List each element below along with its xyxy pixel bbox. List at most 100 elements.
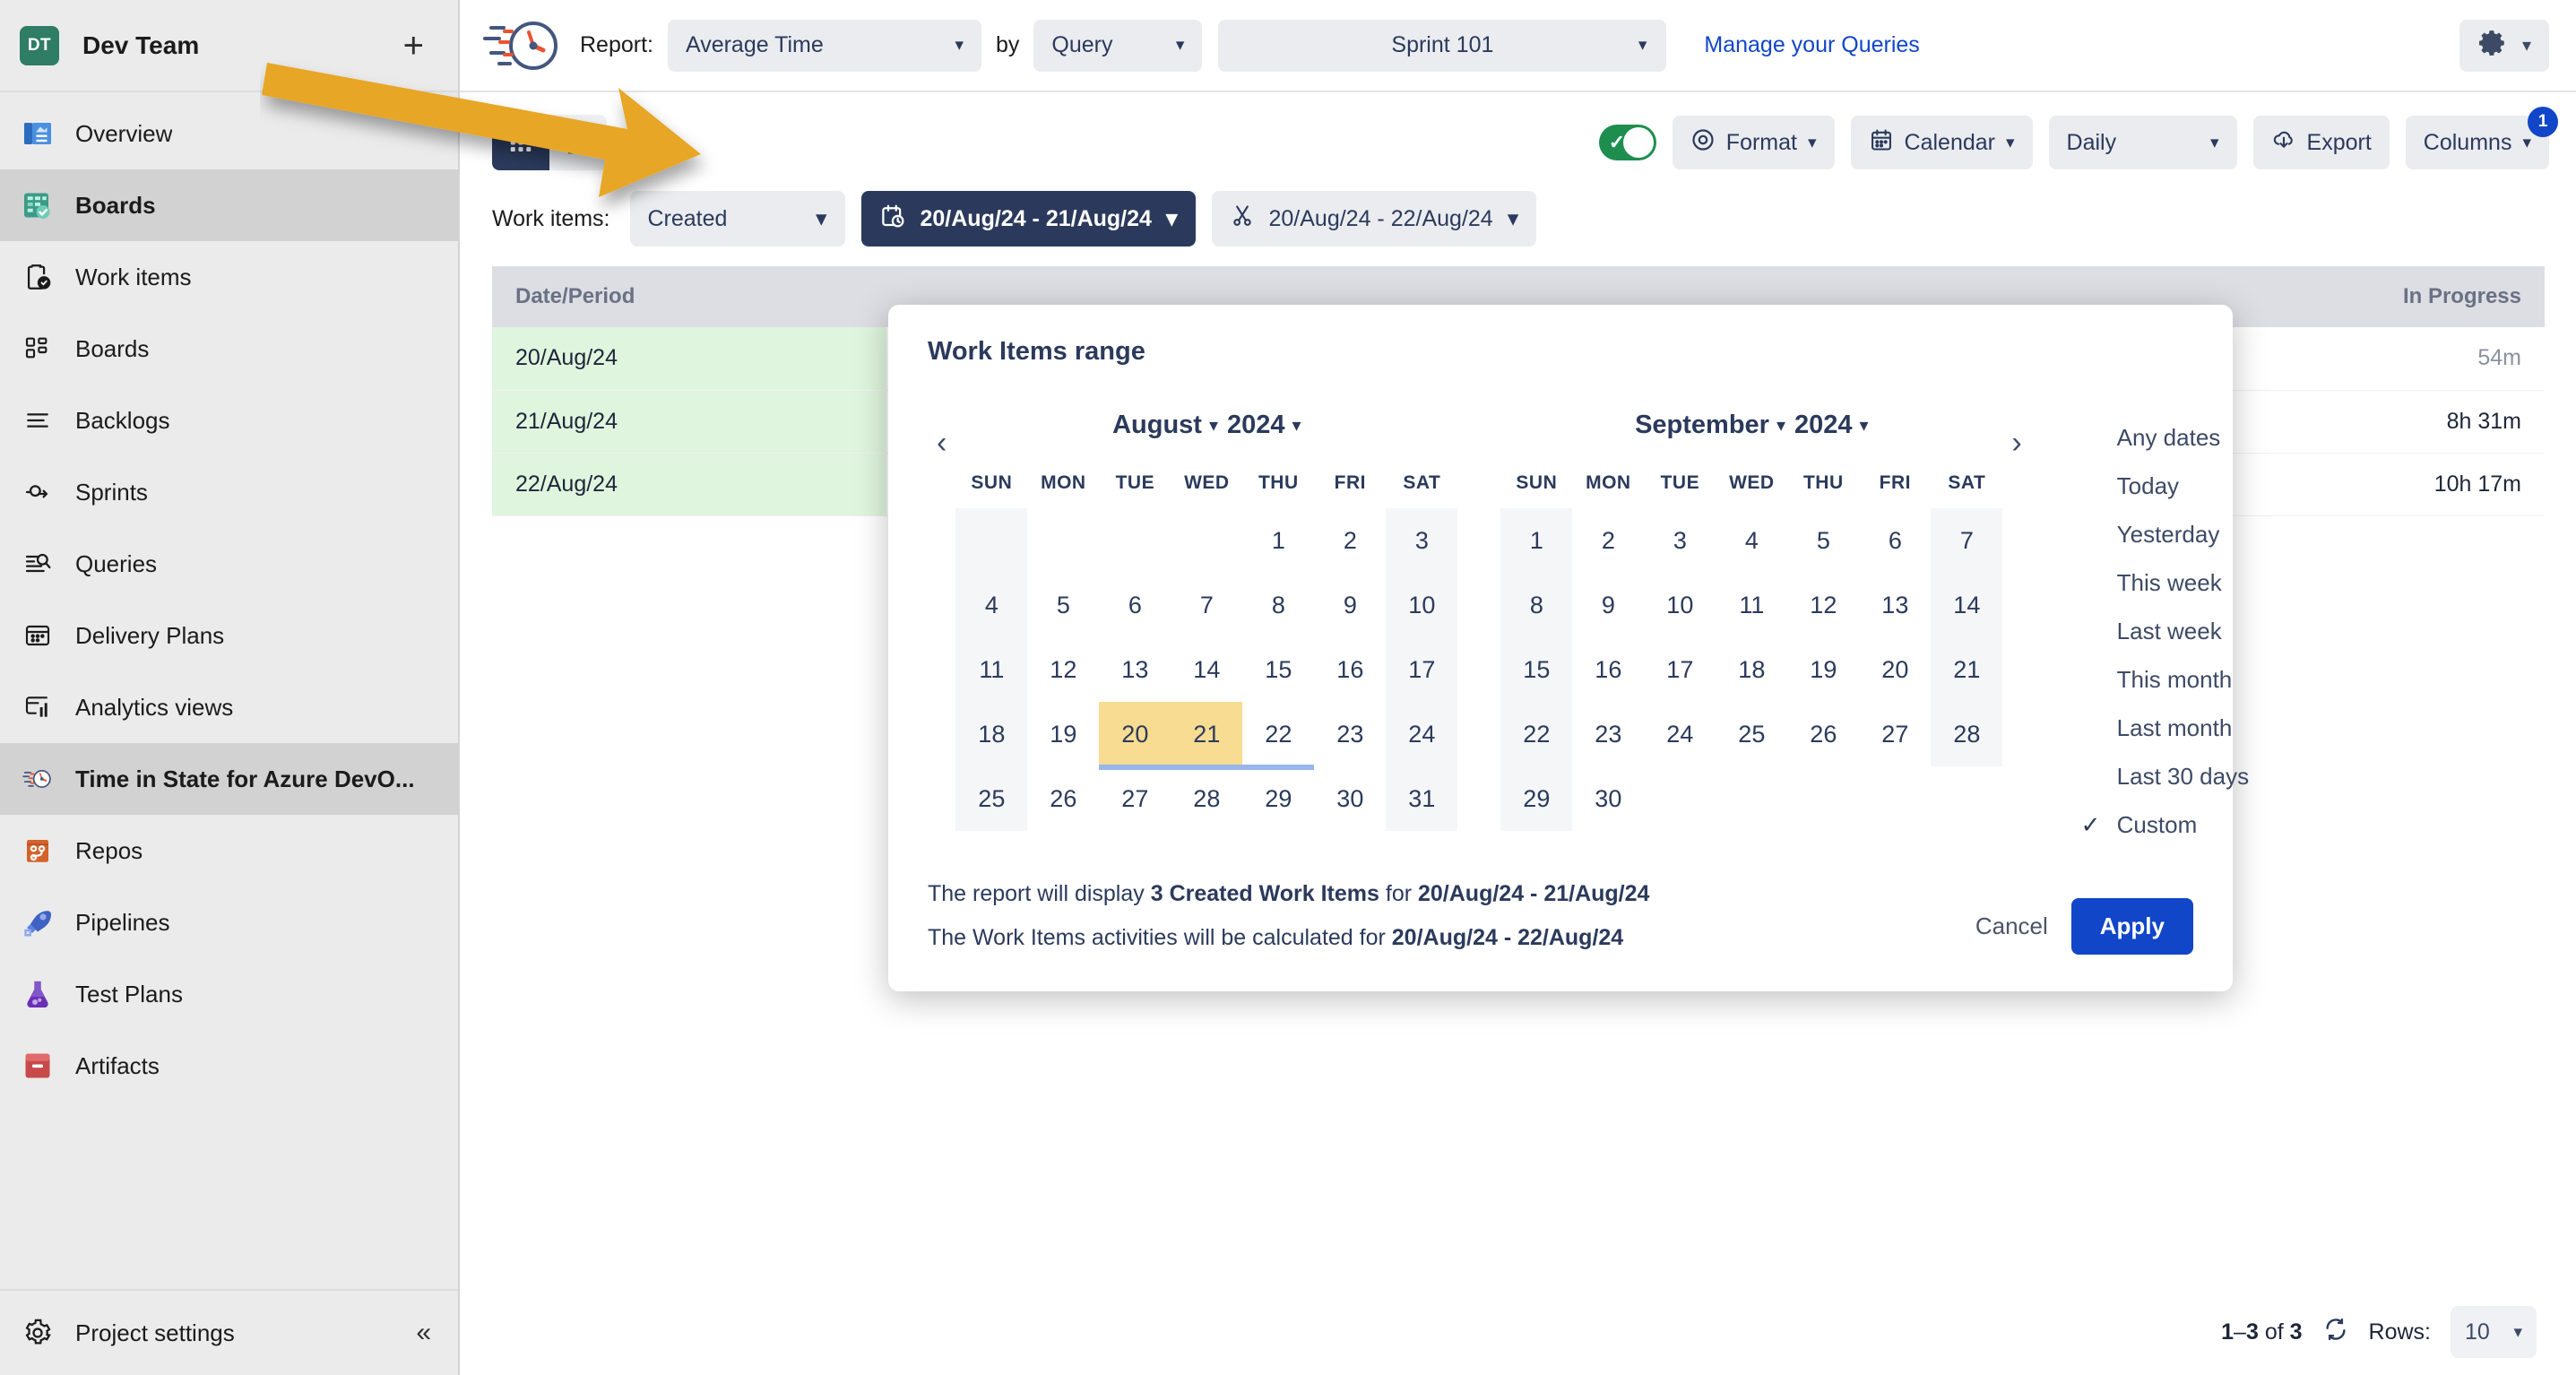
sidebar-item-queries[interactable]: Queries	[0, 528, 458, 600]
calendar-day[interactable]: 21	[1171, 702, 1242, 766]
calendar-day[interactable]: 21	[1931, 637, 2002, 702]
calendar-day[interactable]: 26	[1027, 766, 1099, 831]
apply-button[interactable]: Apply	[2071, 898, 2193, 955]
calendar-day[interactable]: 28	[1931, 702, 2002, 766]
calendar-day[interactable]: 29	[1500, 766, 1572, 831]
calendar-day[interactable]: 9	[1314, 573, 1386, 637]
month-select[interactable]: August▾	[1112, 411, 1218, 440]
calendar-day[interactable]: 14	[1931, 573, 2002, 637]
calendar-day[interactable]: 18	[955, 702, 1027, 766]
settings-menu-button[interactable]: ▾	[2459, 20, 2549, 72]
sidebar-item-overview[interactable]: Overview	[0, 98, 458, 169]
calendar-day[interactable]: 8	[1242, 573, 1314, 637]
calendar-day[interactable]: 14	[1171, 637, 1242, 702]
calendar-day[interactable]: 17	[1386, 637, 1457, 702]
sidebar-item-boards[interactable]: Boards	[0, 313, 458, 385]
calendar-day[interactable]: 27	[1099, 766, 1171, 831]
calendar-day[interactable]: 4	[955, 573, 1027, 637]
calendar-day[interactable]: 17	[1644, 637, 1716, 702]
calendar-day[interactable]: 2	[1314, 508, 1386, 573]
calendar-day[interactable]: 3	[1644, 508, 1716, 573]
month-select[interactable]: September▾	[1635, 411, 1785, 440]
rows-per-page-select[interactable]: 10 ▾	[2451, 1306, 2537, 1358]
calendar-day[interactable]: 16	[1572, 637, 1644, 702]
sidebar-item-sprints[interactable]: Sprints	[0, 456, 458, 528]
calendar-day[interactable]: 11	[1716, 573, 1787, 637]
calendar-day[interactable]: 1	[1500, 508, 1572, 573]
work-items-range-button[interactable]: 20/Aug/24 - 21/Aug/24 ▾	[861, 191, 1196, 246]
calendar-day[interactable]: 13	[1099, 637, 1171, 702]
calendar-day[interactable]: 5	[1027, 573, 1099, 637]
preset-yesterday[interactable]: Yesterday	[2081, 510, 2249, 558]
work-items-mode-select[interactable]: Created ▾	[630, 191, 845, 246]
view-mode-toggle[interactable]	[492, 115, 607, 170]
calendar-day[interactable]: 27	[1859, 702, 1931, 766]
preset-this-month[interactable]: This month	[2081, 655, 2249, 704]
format-button[interactable]: Format ▾	[1673, 116, 1835, 169]
year-select[interactable]: 2024▾	[1227, 411, 1301, 440]
export-button[interactable]: Export	[2253, 116, 2390, 169]
calendar-day[interactable]: 29	[1242, 766, 1314, 831]
query-select[interactable]: Sprint 101 ▾	[1218, 20, 1666, 72]
calendar-day[interactable]: 22	[1242, 702, 1314, 766]
sidebar-item-repos[interactable]: Repos	[0, 815, 458, 886]
calendar-day[interactable]: 23	[1314, 702, 1386, 766]
calendar-day[interactable]: 11	[955, 637, 1027, 702]
next-month-button[interactable]: ›	[2002, 422, 2030, 463]
calendar-day[interactable]: 5	[1787, 508, 1859, 573]
calendar-day[interactable]: 20	[1859, 637, 1931, 702]
calendar-day[interactable]: 20	[1099, 702, 1171, 766]
period-select[interactable]: Daily ▾	[2049, 116, 2237, 169]
sidebar-item-pipelines[interactable]: Pipelines	[0, 886, 458, 958]
calendar-day[interactable]: 22	[1500, 702, 1572, 766]
calendar-day[interactable]: 15	[1242, 637, 1314, 702]
preset-today[interactable]: Today	[2081, 462, 2249, 510]
calendar-day[interactable]: 19	[1027, 702, 1099, 766]
preset-last-week[interactable]: Last week	[2081, 607, 2249, 655]
report-type-select[interactable]: Average Time ▾	[668, 20, 981, 72]
columns-button[interactable]: Columns ▾ 1	[2406, 116, 2549, 169]
calendar-day[interactable]: 24	[1644, 702, 1716, 766]
calendar-day[interactable]: 15	[1500, 637, 1572, 702]
calendar-day[interactable]: 31	[1386, 766, 1457, 831]
calendar-day[interactable]: 16	[1314, 637, 1386, 702]
calendar-day[interactable]: 2	[1572, 508, 1644, 573]
collapse-sidebar-icon[interactable]: «	[416, 1318, 431, 1348]
calendar-day[interactable]: 10	[1386, 573, 1457, 637]
year-select[interactable]: 2024▾	[1794, 411, 1869, 440]
calendar-day[interactable]: 6	[1099, 573, 1171, 637]
calendar-day[interactable]: 8	[1500, 573, 1572, 637]
calendar-day[interactable]: 26	[1787, 702, 1859, 766]
enable-toggle[interactable]: ✓	[1599, 125, 1656, 160]
refresh-icon[interactable]	[2322, 1316, 2349, 1349]
calendar-day[interactable]: 18	[1716, 637, 1787, 702]
sidebar-item-artifacts[interactable]: Artifacts	[0, 1030, 458, 1102]
calendar-button[interactable]: Calendar ▾	[1851, 116, 2033, 169]
sidebar-item-time-in-state-for-azure-devo[interactable]: Time in State for Azure DevO...	[0, 743, 458, 815]
calendar-day[interactable]: 7	[1171, 573, 1242, 637]
chart-view-button[interactable]	[549, 115, 607, 170]
calendar-day[interactable]: 7	[1931, 508, 2002, 573]
calendar-day[interactable]: 10	[1644, 573, 1716, 637]
preset-last-month[interactable]: Last month	[2081, 704, 2249, 752]
calendar-day[interactable]: 19	[1787, 637, 1859, 702]
calendar-day[interactable]: 1	[1242, 508, 1314, 573]
calendar-day[interactable]: 13	[1859, 573, 1931, 637]
preset-any-dates[interactable]: Any dates	[2081, 413, 2249, 462]
calendar-day[interactable]: 4	[1716, 508, 1787, 573]
cancel-button[interactable]: Cancel	[1975, 912, 2048, 940]
calendar-day[interactable]: 6	[1859, 508, 1931, 573]
sidebar-item-work-items[interactable]: Work items	[0, 241, 458, 313]
grid-view-button[interactable]	[492, 115, 549, 170]
sidebar-item-delivery-plans[interactable]: Delivery Plans	[0, 600, 458, 671]
sidebar-item-test-plans[interactable]: Test Plans	[0, 958, 458, 1030]
calendar-day[interactable]: 25	[1716, 702, 1787, 766]
activities-range-button[interactable]: 20/Aug/24 - 22/Aug/24 ▾	[1212, 191, 1537, 246]
calendar-day[interactable]: 30	[1572, 766, 1644, 831]
preset-custom[interactable]: ✓Custom	[2081, 800, 2249, 849]
sidebar-item-backlogs[interactable]: Backlogs	[0, 385, 458, 456]
table-header-date-period[interactable]: Date/Period	[492, 266, 886, 327]
preset-last-30-days[interactable]: Last 30 days	[2081, 752, 2249, 800]
preset-this-week[interactable]: This week	[2081, 558, 2249, 607]
calendar-day[interactable]: 12	[1787, 573, 1859, 637]
